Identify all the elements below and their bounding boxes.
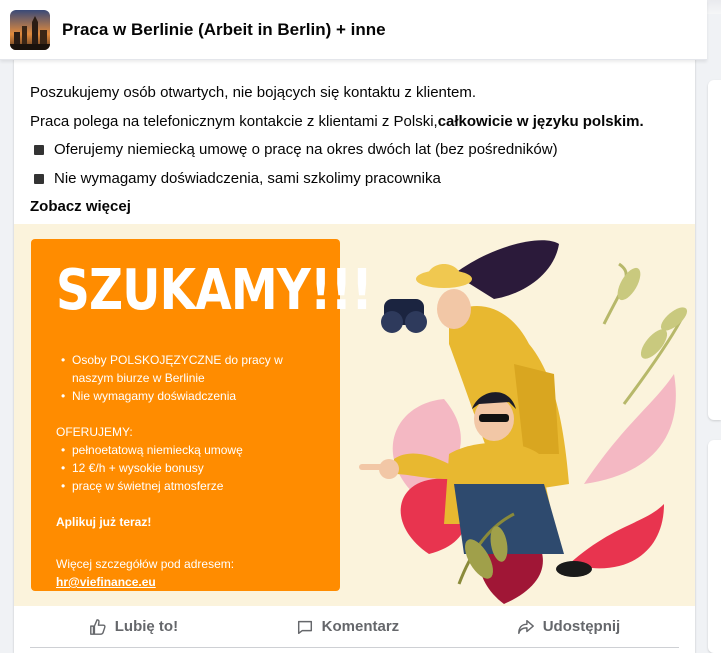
post-card: Poszukujemy osób otwartych, nie bojących… <box>14 14 695 653</box>
post-line-2: Praca polega na telefonicznym kontakcie … <box>30 108 680 137</box>
ad-requirement: Nie wymagamy doświadczenia <box>56 387 315 405</box>
ad-headline: SZUKAMY!!! <box>56 258 373 323</box>
post-image[interactable]: SZUKAMY!!! Osoby POLSKOJĘZYCZNE do pracy… <box>14 224 695 606</box>
share-label: Udostępnij <box>542 618 621 635</box>
city-thumbnail-icon <box>10 9 50 50</box>
post-bullet-2-text: Nie wymagamy doświadczenia, sami szkolim… <box>54 169 441 187</box>
ad-offer-list: pełnoetatową niemiecką umowę 12 €/h + wy… <box>56 441 315 495</box>
comment-label: Komentarz <box>321 618 400 635</box>
ad-details: Więcej szczegółów pod adresem: hr@viefin… <box>56 555 315 591</box>
ad-offers: OFERUJEMY: pełnoetatową niemiecką umowę … <box>56 423 315 495</box>
group-title[interactable]: Praca w Berlinie (Arbeit in Berlin) + in… <box>62 20 386 40</box>
group-avatar[interactable] <box>10 9 50 50</box>
share-button[interactable]: Udostępnij <box>517 618 621 636</box>
post-line-1: Poszukujemy osób otwartych, nie bojących… <box>30 84 477 101</box>
ad-offer: 12 €/h + wysokie bonusy <box>56 459 315 477</box>
bullet-icon <box>34 145 44 155</box>
ad-offer-heading: OFERUJEMY: <box>56 425 133 439</box>
post-bullet-1: Oferujemy niemiecką umowę o pracę na okr… <box>30 136 680 165</box>
right-panel-edge-lower <box>708 440 721 653</box>
see-more-link[interactable]: Zobacz więcej <box>30 193 680 222</box>
ad-requirement: Osoby POLSKOJĘZYCZNE do pracy w naszym b… <box>56 351 315 387</box>
group-header: Praca w Berlinie (Arbeit in Berlin) + in… <box>0 0 707 60</box>
ad-offer: pracę w świetnej atmosferze <box>56 477 315 495</box>
comment-icon <box>297 620 312 634</box>
right-panel-edge <box>708 80 721 420</box>
detective-illustration <box>359 240 688 604</box>
ad-offer: pełnoetatową niemiecką umowę <box>56 441 315 459</box>
bullet-icon <box>34 173 44 184</box>
ad-apply: Aplikuj już teraz! <box>56 515 152 529</box>
ad-details-label: Więcej szczegółów pod adresem: <box>56 557 235 571</box>
post-line-2-bold: całkowicie w języku polskim. <box>437 112 644 130</box>
post-actions: Lubię to! Komentarz Udostępnij <box>30 606 679 648</box>
thumbs-up-icon <box>89 618 106 635</box>
like-button[interactable]: Lubię to! <box>89 618 178 636</box>
ad-card: SZUKAMY!!! Osoby POLSKOJĘZYCZNE do pracy… <box>31 239 373 591</box>
ad-email: hr@viefinance.eu <box>56 575 156 589</box>
comment-button[interactable]: Komentarz <box>296 618 400 636</box>
post-bullet-2: Nie wymagamy doświadczenia, sami szkolim… <box>30 165 680 194</box>
post-bullet-1-text: Oferujemy niemiecką umowę o pracę na okr… <box>54 141 558 158</box>
like-label: Lubię to! <box>114 618 179 635</box>
ad-requirements: Osoby POLSKOJĘZYCZNE do pracy w naszym b… <box>56 351 315 405</box>
post-line-2-text: Praca polega na telefonicznym kontakcie … <box>30 112 438 130</box>
share-icon <box>517 619 534 634</box>
post-text: Poszukujemy osób otwartych, nie bojących… <box>30 79 680 222</box>
